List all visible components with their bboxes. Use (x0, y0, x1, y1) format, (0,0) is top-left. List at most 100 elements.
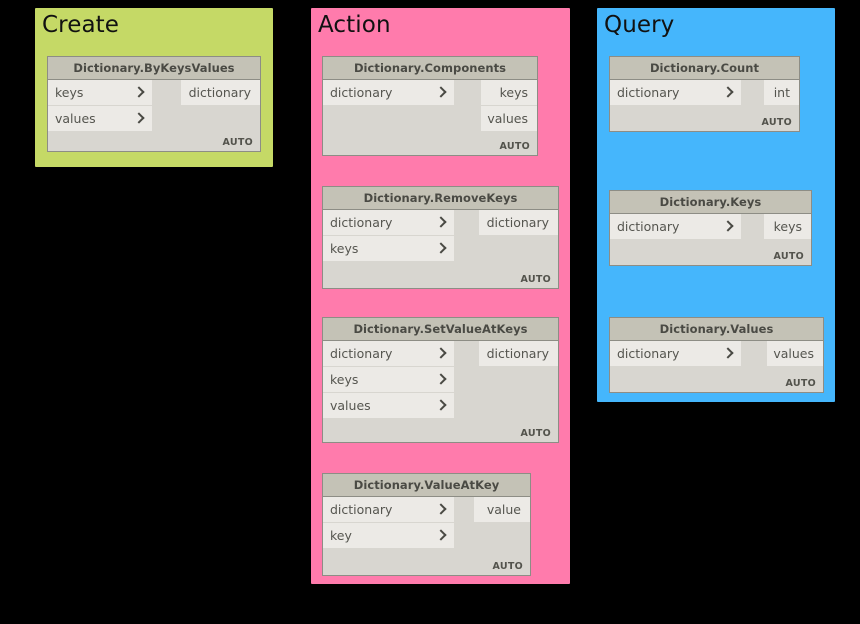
chevron-right-icon[interactable] (437, 217, 446, 229)
chevron-right-icon[interactable] (724, 87, 733, 99)
input-port-dictionary[interactable]: dictionary (610, 80, 741, 106)
chevron-right-icon[interactable] (437, 530, 446, 542)
node-lacing-badge[interactable]: AUTO (520, 274, 551, 285)
chevron-right-icon[interactable] (437, 400, 446, 412)
node-dictionary-values[interactable]: Dictionary.Values dictionary values AUTO (609, 317, 824, 393)
output-port-label: keys (773, 219, 802, 234)
input-port-label: values (330, 398, 371, 413)
input-port-dictionary[interactable]: dictionary (323, 210, 454, 236)
node-title-dictionary-removekeys[interactable]: Dictionary.RemoveKeys (323, 187, 558, 210)
chevron-right-icon[interactable] (437, 504, 446, 516)
chevron-right-icon[interactable] (437, 243, 446, 255)
node-dictionary-count[interactable]: Dictionary.Count dictionary int AUTO (609, 56, 800, 132)
input-ports-dictionary-removekeys: dictionary keys (323, 210, 454, 262)
output-port-label: dictionary (188, 85, 251, 100)
input-port-label: key (330, 528, 352, 543)
input-port-label: values (55, 111, 96, 126)
node-dictionary-bykeysvalues[interactable]: Dictionary.ByKeysValues keys values diction… (47, 56, 261, 152)
input-port-label: dictionary (330, 85, 393, 100)
output-ports-dictionary-setvalueatkeys: dictionary (479, 341, 558, 367)
output-port-label: keys (499, 85, 528, 100)
input-port-values[interactable]: values (48, 106, 152, 132)
node-title-dictionary-valueatkey[interactable]: Dictionary.ValueAtKey (323, 474, 530, 497)
input-port-label: dictionary (330, 346, 393, 361)
output-port-label: values (773, 346, 814, 361)
input-port-label: dictionary (330, 215, 393, 230)
output-port-int[interactable]: int (764, 80, 799, 106)
group-title-create: Create (42, 12, 120, 38)
node-graph-canvas[interactable]: Create Action Query Dictionary.ByKeysValues… (0, 0, 860, 624)
output-ports-dictionary-valueatkey: value (474, 497, 530, 523)
input-port-dictionary[interactable]: dictionary (610, 214, 741, 240)
chevron-right-icon[interactable] (724, 221, 733, 233)
output-port-label: dictionary (486, 346, 549, 361)
node-title-dictionary-setvalueatkeys[interactable]: Dictionary.SetValueAtKeys (323, 318, 558, 341)
output-port-keys[interactable]: keys (481, 80, 537, 106)
node-dictionary-setvalueatkeys[interactable]: Dictionary.SetValueAtKeys dictionary keys v… (322, 317, 559, 443)
output-port-value[interactable]: value (474, 497, 530, 523)
node-lacing-badge[interactable]: AUTO (773, 251, 804, 262)
output-ports-dictionary-components: keys values (481, 80, 537, 132)
chevron-right-icon[interactable] (135, 87, 144, 99)
output-port-dictionary[interactable]: dictionary (181, 80, 260, 106)
input-port-label: dictionary (617, 219, 680, 234)
input-port-label: dictionary (617, 346, 680, 361)
output-port-label: value (486, 502, 521, 517)
node-title-dictionary-keys[interactable]: Dictionary.Keys (610, 191, 811, 214)
node-lacing-badge[interactable]: AUTO (492, 561, 523, 572)
node-lacing-badge[interactable]: AUTO (222, 137, 253, 148)
output-port-label: int (773, 85, 790, 100)
input-port-dictionary[interactable]: dictionary (610, 341, 741, 367)
input-ports-dictionary-values: dictionary (610, 341, 741, 367)
input-port-values[interactable]: values (323, 393, 454, 419)
input-port-label: keys (330, 372, 359, 387)
node-title-dictionary-components[interactable]: Dictionary.Components (323, 57, 537, 80)
input-ports-dictionary-keys: dictionary (610, 214, 741, 240)
input-port-key[interactable]: key (323, 523, 454, 549)
input-port-dictionary[interactable]: dictionary (323, 497, 454, 523)
node-dictionary-valueatkey[interactable]: Dictionary.ValueAtKey dictionary key value A… (322, 473, 531, 576)
input-ports-dictionary-count: dictionary (610, 80, 741, 106)
input-port-keys[interactable]: keys (323, 236, 454, 262)
output-ports-dictionary-count: int (764, 80, 799, 106)
output-port-keys[interactable]: keys (764, 214, 811, 240)
input-port-label: keys (330, 241, 359, 256)
output-ports-dictionary-values: values (767, 341, 823, 367)
input-port-label: keys (55, 85, 84, 100)
chevron-right-icon[interactable] (724, 348, 733, 360)
input-port-label: dictionary (617, 85, 680, 100)
input-ports-dictionary-bykeysvalues: keys values (48, 80, 152, 132)
chevron-right-icon[interactable] (135, 113, 144, 125)
node-dictionary-keys[interactable]: Dictionary.Keys dictionary keys AUTO (609, 190, 812, 266)
node-body-dictionary-setvalueatkeys: dictionary keys values dictionary (323, 341, 558, 442)
input-port-label: dictionary (330, 502, 393, 517)
node-title-dictionary-count[interactable]: Dictionary.Count (610, 57, 799, 80)
chevron-right-icon[interactable] (437, 374, 446, 386)
node-title-dictionary-bykeysvalues[interactable]: Dictionary.ByKeysValues (48, 57, 260, 80)
group-title-query: Query (604, 12, 675, 38)
output-port-values[interactable]: values (481, 106, 537, 132)
group-title-action: Action (318, 12, 391, 38)
node-lacing-badge[interactable]: AUTO (520, 428, 551, 439)
chevron-right-icon[interactable] (437, 348, 446, 360)
input-port-dictionary[interactable]: dictionary (323, 341, 454, 367)
node-dictionary-components[interactable]: Dictionary.Components dictionary keys value… (322, 56, 538, 156)
node-dictionary-removekeys[interactable]: Dictionary.RemoveKeys dictionary keys dicti… (322, 186, 559, 289)
node-lacing-badge[interactable]: AUTO (761, 117, 792, 128)
input-ports-dictionary-valueatkey: dictionary key (323, 497, 454, 549)
output-ports-dictionary-bykeysvalues: dictionary (181, 80, 260, 106)
input-ports-dictionary-setvalueatkeys: dictionary keys values (323, 341, 454, 419)
output-ports-dictionary-keys: keys (764, 214, 811, 240)
input-port-keys[interactable]: keys (323, 367, 454, 393)
output-port-values[interactable]: values (767, 341, 823, 367)
output-ports-dictionary-removekeys: dictionary (479, 210, 558, 236)
output-port-dictionary[interactable]: dictionary (479, 210, 558, 236)
node-lacing-badge[interactable]: AUTO (785, 378, 816, 389)
node-title-dictionary-values[interactable]: Dictionary.Values (610, 318, 823, 341)
output-port-label: dictionary (486, 215, 549, 230)
node-lacing-badge[interactable]: AUTO (499, 141, 530, 152)
chevron-right-icon[interactable] (437, 87, 446, 99)
output-port-dictionary[interactable]: dictionary (479, 341, 558, 367)
input-port-dictionary[interactable]: dictionary (323, 80, 454, 106)
input-port-keys[interactable]: keys (48, 80, 152, 106)
